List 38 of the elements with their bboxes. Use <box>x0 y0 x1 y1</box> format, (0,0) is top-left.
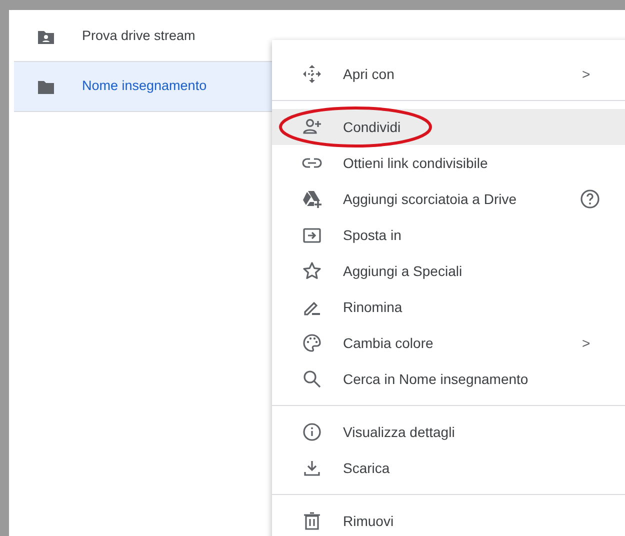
add-person-icon <box>302 117 322 137</box>
menu-item[interactable]: Aggiungi a Speciali <box>272 253 625 289</box>
download-icon <box>302 458 322 478</box>
menu-label: Cambia colore <box>343 334 434 352</box>
search-icon <box>302 369 322 389</box>
help-icon[interactable] <box>580 189 600 209</box>
submenu-arrow: > <box>582 64 590 84</box>
menu-item[interactable]: Cerca in Nome insegnamento <box>272 361 625 397</box>
menu-item[interactable]: Aggiungi scorciatoia a Drive <box>272 181 625 217</box>
menu-label: Cerca in Nome insegnamento <box>343 370 528 389</box>
menu-label: Apri con <box>343 64 394 84</box>
menu-label: Scarica <box>343 458 390 478</box>
drive-add-icon <box>302 189 322 209</box>
menu-label: Sposta in <box>343 226 402 245</box>
menu-label: Rinomina <box>343 298 402 316</box>
menu-item[interactable]: Rimuovi <box>272 503 625 536</box>
menu-label: Ottieni link condivisibile <box>343 154 488 172</box>
menu-item[interactable]: Rinomina <box>272 289 625 325</box>
move-arrows-icon <box>302 64 322 84</box>
menu-item[interactable]: Cambia colore > <box>272 325 625 361</box>
menu-item[interactable]: Sposta in <box>272 217 625 253</box>
file-name: Prova drive stream <box>82 27 196 46</box>
menu-label: Visualizza dettagli <box>343 422 455 442</box>
file-name: Nome insegnamento <box>82 77 207 96</box>
move-folder-icon <box>302 225 322 245</box>
trash-icon <box>302 511 322 531</box>
submenu-arrow: > <box>582 334 590 352</box>
star-icon <box>302 261 322 281</box>
menu-item[interactable]: Visualizza dettagli <box>272 414 625 450</box>
palette-icon <box>302 333 322 353</box>
menu-label: Aggiungi scorciatoia a Drive <box>343 190 517 209</box>
menu-item[interactable]: Condividi <box>272 109 625 145</box>
menu-label: Rimuovi <box>343 512 394 530</box>
menu-label: Condividi <box>343 118 401 136</box>
info-icon <box>302 422 322 442</box>
menu-label: Aggiungi a Speciali <box>343 262 462 281</box>
menu-item[interactable]: Ottieni link condivisibile <box>272 145 625 181</box>
menu-item[interactable]: Scarica <box>272 450 625 486</box>
